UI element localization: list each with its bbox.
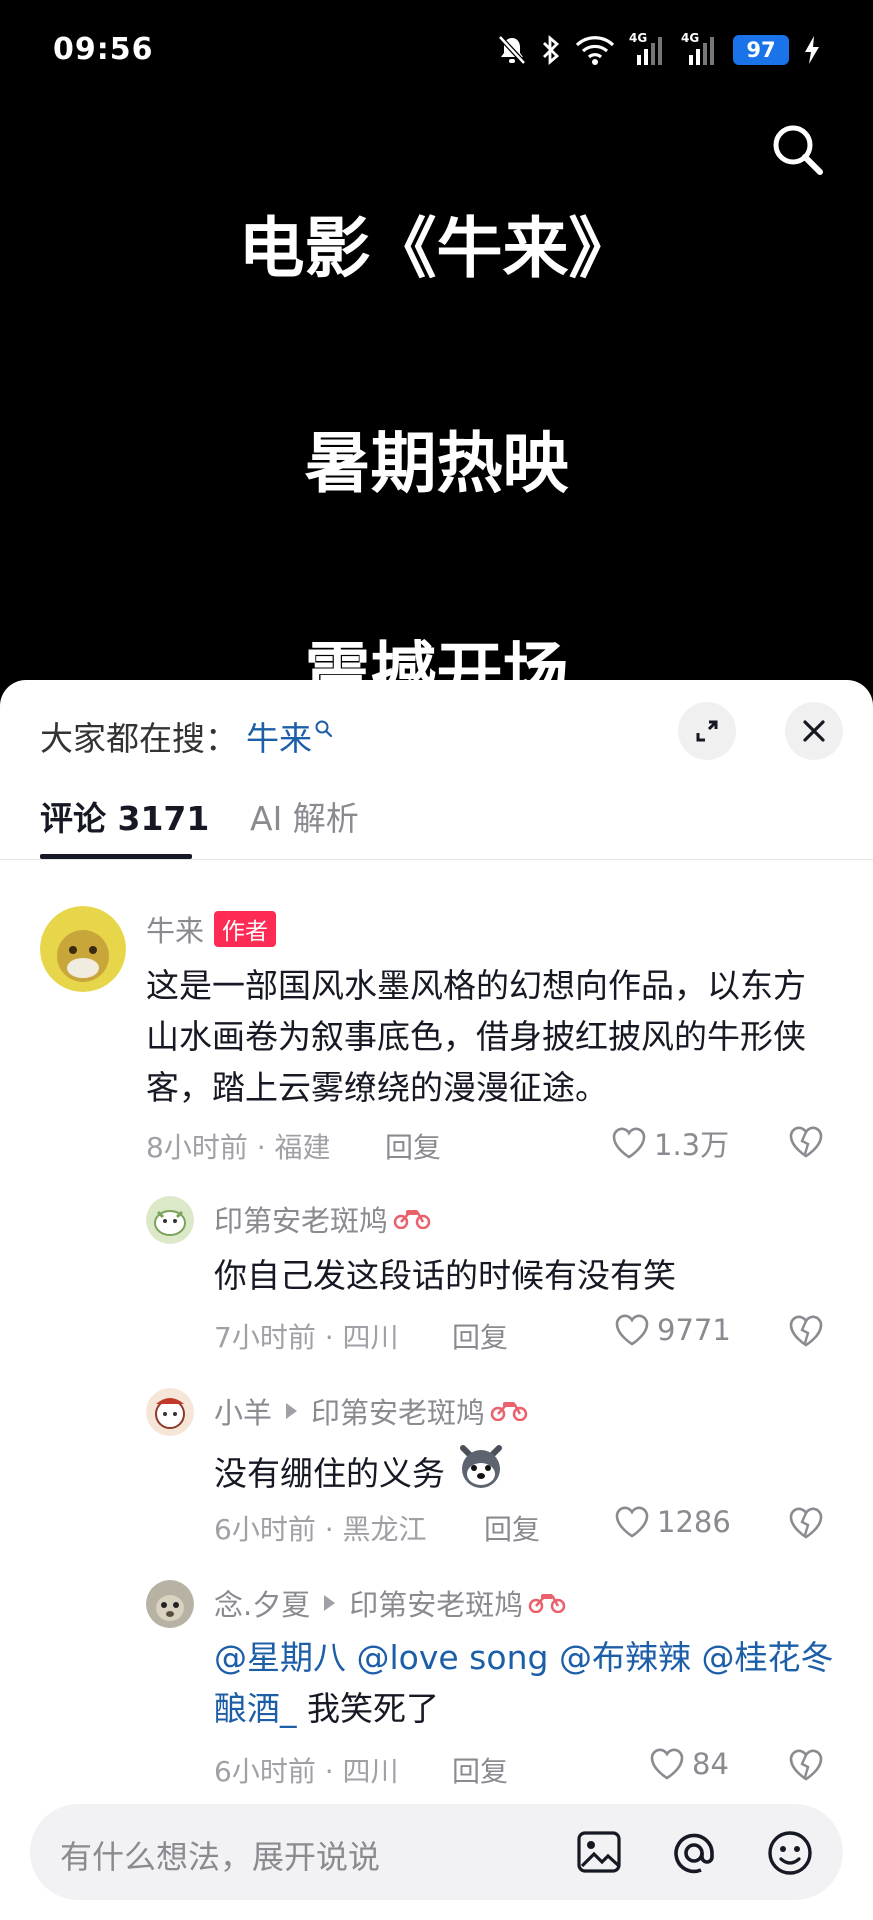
mention-link[interactable]: @星期八 bbox=[214, 1638, 346, 1677]
dislike-button[interactable] bbox=[787, 1747, 825, 1787]
hot-search-label: 大家都在搜： bbox=[40, 719, 238, 758]
video-caption-line: 暑期热映 bbox=[304, 425, 569, 502]
like-button[interactable]: 9771 bbox=[613, 1312, 731, 1348]
comment-meta: 7小时前 · 四川 bbox=[214, 1321, 399, 1354]
tab-ai-analysis[interactable]: AI 解析 bbox=[250, 792, 359, 840]
image-icon bbox=[577, 1831, 621, 1873]
comment-tabs: 评论 3171 AI 解析 bbox=[0, 780, 873, 860]
reply-arrow-icon bbox=[324, 1595, 336, 1611]
comment-sheet: 大家都在搜： 牛来 评论 3171 AI 解析 牛来 作者 这是一部国风水墨风格… bbox=[0, 680, 873, 1920]
close-button[interactable] bbox=[785, 702, 843, 760]
video-caption-line: 电影《牛来》 bbox=[238, 210, 635, 287]
close-icon bbox=[803, 720, 825, 742]
avatar[interactable] bbox=[40, 906, 126, 992]
motorcycle-icon bbox=[527, 1586, 567, 1620]
status-time: 09:56 bbox=[53, 32, 154, 67]
broken-heart-icon bbox=[789, 1507, 823, 1539]
reply-button[interactable]: 回复 bbox=[484, 1508, 540, 1548]
signal-icon: 4G bbox=[681, 31, 719, 67]
hot-search: 大家都在搜： 牛来 bbox=[40, 712, 334, 760]
heart-icon bbox=[612, 1127, 646, 1159]
husky-emoji-icon bbox=[455, 1440, 507, 1506]
hot-search-keyword[interactable]: 牛来 bbox=[246, 712, 334, 760]
reply-to-username[interactable]: 印第安老斑鸠 bbox=[349, 1582, 523, 1624]
video-area[interactable]: 电影《牛来》 暑期热映 震撼开场 bbox=[0, 100, 873, 680]
signal-icon: 4G bbox=[629, 31, 667, 67]
like-button[interactable]: 84 bbox=[648, 1746, 729, 1782]
comment-text: @星期八 @love song @布辣辣 @桂花冬酿酒_ 我笑死了 bbox=[214, 1632, 844, 1734]
like-button[interactable]: 1.3万 bbox=[610, 1122, 729, 1164]
reply-arrow-icon bbox=[286, 1403, 298, 1419]
status-icons: 4G 4G 97 bbox=[497, 30, 821, 70]
comment-text: 你自己发这段话的时候有没有笑 bbox=[214, 1256, 676, 1295]
author-badge: 作者 bbox=[214, 911, 277, 947]
search-icon bbox=[773, 125, 823, 175]
motorcycle-icon bbox=[392, 1202, 432, 1236]
mention-link[interactable]: @love song bbox=[357, 1638, 549, 1677]
heart-icon bbox=[650, 1748, 684, 1780]
broken-heart-icon bbox=[789, 1315, 823, 1347]
comment-text: 没有绷住的义务 bbox=[214, 1440, 834, 1506]
expand-icon bbox=[696, 720, 718, 742]
broken-heart-icon bbox=[789, 1126, 823, 1158]
dislike-button[interactable] bbox=[787, 1124, 825, 1164]
comment-username[interactable]: 牛来 作者 bbox=[146, 908, 277, 950]
comment-text-tail: 我笑死了 bbox=[307, 1689, 439, 1728]
comment-username[interactable]: 小羊 印第安老斑鸠 bbox=[214, 1390, 529, 1432]
broken-heart-icon bbox=[789, 1749, 823, 1781]
mention-button[interactable] bbox=[670, 1830, 718, 1880]
mention-link[interactable]: @布辣辣 bbox=[559, 1638, 691, 1677]
dislike-button[interactable] bbox=[787, 1313, 825, 1353]
avatar[interactable] bbox=[146, 1388, 194, 1436]
mute-icon bbox=[497, 34, 527, 66]
reply-button[interactable]: 回复 bbox=[452, 1316, 508, 1356]
bluetooth-icon bbox=[541, 34, 561, 66]
like-button[interactable]: 1286 bbox=[613, 1504, 731, 1540]
expand-button[interactable] bbox=[678, 702, 736, 760]
sheet-header: 大家都在搜： 牛来 bbox=[0, 680, 873, 780]
reply-button[interactable]: 回复 bbox=[385, 1126, 441, 1166]
battery-icon: 97 bbox=[733, 35, 789, 65]
comment-username[interactable]: 念.夕夏 印第安老斑鸠 bbox=[214, 1582, 567, 1624]
reply-to-username[interactable]: 印第安老斑鸠 bbox=[311, 1390, 485, 1432]
emoji-icon bbox=[768, 1831, 812, 1875]
comment-meta: 8小时前 · 福建 bbox=[146, 1131, 331, 1164]
wifi-icon bbox=[575, 34, 615, 66]
comment-input-bar[interactable]: 有什么想法，展开说说 bbox=[30, 1804, 843, 1900]
search-icon bbox=[315, 720, 333, 738]
comment-text: 这是一部国风水墨风格的幻想向作品，以东方山水画卷为叙事底色，借身披红披风的牛形侠… bbox=[146, 966, 806, 1107]
emoji-button[interactable] bbox=[766, 1830, 814, 1880]
comment-input[interactable]: 有什么想法，展开说说 bbox=[60, 1832, 380, 1878]
comment-username[interactable]: 印第安老斑鸠 bbox=[214, 1198, 432, 1240]
motorcycle-icon bbox=[489, 1394, 529, 1428]
charging-icon bbox=[803, 35, 821, 65]
status-bar: 09:56 4G 4G 97 bbox=[0, 0, 873, 100]
avatar[interactable] bbox=[146, 1580, 194, 1628]
comment-meta: 6小时前 · 黑龙江 bbox=[214, 1513, 427, 1546]
heart-icon bbox=[615, 1314, 649, 1346]
reply-button[interactable]: 回复 bbox=[452, 1750, 508, 1790]
comment-meta: 6小时前 · 四川 bbox=[214, 1755, 399, 1788]
at-icon bbox=[674, 1833, 714, 1874]
image-button[interactable] bbox=[576, 1830, 622, 1878]
avatar[interactable] bbox=[146, 1196, 194, 1244]
search-button[interactable] bbox=[768, 120, 828, 180]
tab-comments[interactable]: 评论 3171 bbox=[40, 792, 209, 840]
dislike-button[interactable] bbox=[787, 1505, 825, 1545]
heart-icon bbox=[615, 1506, 649, 1538]
active-tab-indicator bbox=[40, 854, 192, 859]
video-caption-line: 震撼开场 bbox=[304, 635, 569, 680]
